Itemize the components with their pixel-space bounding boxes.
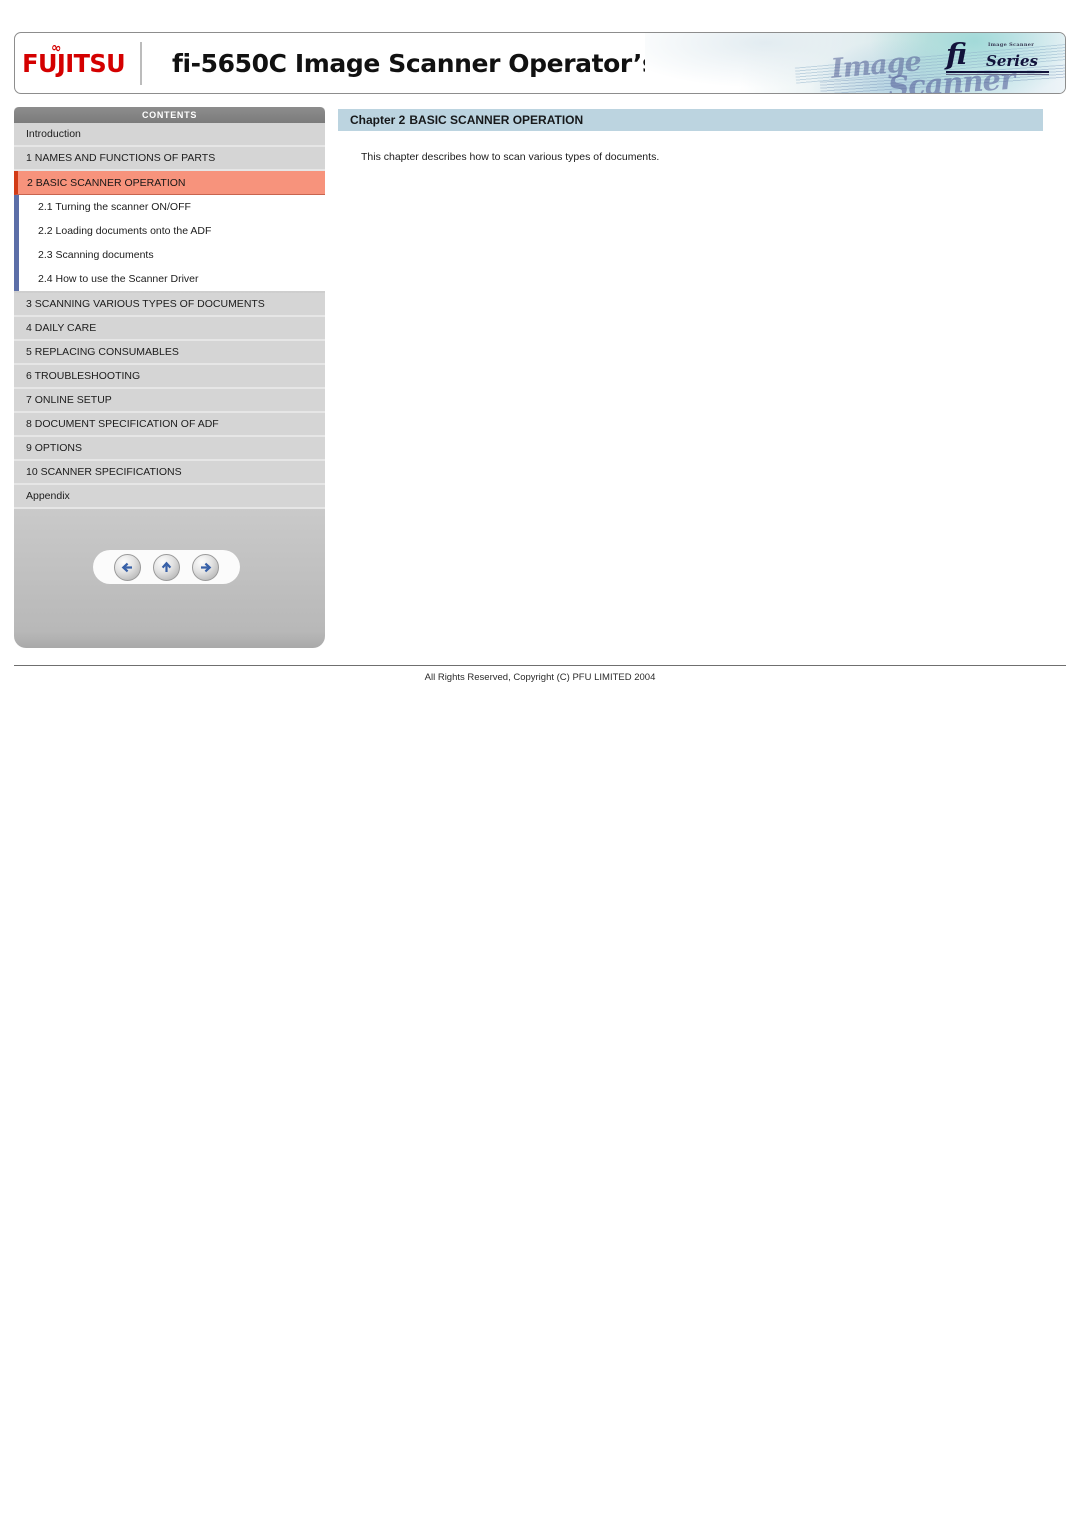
fi-series-fi-text: fi	[946, 37, 968, 71]
sidebar-item[interactable]: 2.4 How to use the Scanner Driver	[14, 267, 325, 291]
sidebar-item-label: Introduction	[26, 128, 81, 140]
header-decorative-art: Image Scanner fi Image Scanner Series	[645, 33, 1065, 93]
sidebar-item-label: 2.3 Scanning documents	[38, 249, 154, 261]
contents-list: Introduction 1 NAMES AND FUNCTIONS OF PAR…	[14, 123, 325, 509]
copyright-notice: All Rights Reserved, Copyright (C) PFU L…	[424, 672, 656, 683]
chapter-name-label: BASIC SCANNER OPERATION	[409, 113, 584, 127]
sidebar-item-label: 6 TROUBLESHOOTING	[26, 370, 141, 382]
sidebar-item[interactable]: 2 BASIC SCANNER OPERATION	[14, 171, 325, 195]
sidebar-item-label: Appendix	[26, 490, 70, 502]
fujitsu-wordmark: FUJITSU ∞	[22, 40, 126, 78]
forward-button[interactable]	[192, 553, 219, 581]
sidebar-item-label: 1 NAMES AND FUNCTIONS OF PARTS	[26, 152, 216, 164]
navigation-area	[14, 534, 325, 648]
fi-series-rule	[946, 71, 1049, 73]
sidebar-item[interactable]: Introduction	[14, 123, 325, 147]
sidebar-item-label: 7 ONLINE SETUP	[26, 394, 112, 406]
up-arrow-icon	[159, 560, 174, 575]
sidebar-item-label: 10 SCANNER SPECIFICATIONS	[26, 466, 182, 478]
sidebar-item[interactable]: 2.2 Loading documents onto the ADF	[14, 219, 325, 243]
sidebar-item-label: 4 DAILY CARE	[26, 322, 97, 334]
sidebar-item-label: 2.1 Turning the scanner ON/OFF	[38, 201, 191, 213]
fujitsu-logo-cell: FUJITSU ∞	[15, 33, 133, 93]
sidebar-item-label: 2.2 Loading documents onto the ADF	[38, 225, 212, 237]
navigation-button-group	[93, 550, 240, 584]
fi-series-tagline: Image Scanner	[988, 42, 1035, 48]
header-divider	[140, 42, 142, 85]
contents-header: CONTENTS	[14, 107, 325, 123]
up-button[interactable]	[153, 553, 180, 581]
chapter-title-bar: Chapter 2 BASIC SCANNER OPERATION	[338, 109, 1043, 131]
sidebar-item-label: 8 DOCUMENT SPECIFICATION OF ADF	[26, 418, 219, 430]
fi-series-logo: fi Image Scanner Series	[946, 39, 1051, 81]
document-header: FUJITSU ∞ fi-5650C Image Scanner Operato…	[14, 32, 1066, 94]
fi-series-rule-thin	[946, 74, 1049, 75]
sidebar-item[interactable]: 7 ONLINE SETUP	[14, 389, 325, 413]
sidebar-item[interactable]: 6 TROUBLESHOOTING	[14, 365, 325, 389]
chapter-heading: Chapter 2 BASIC SCANNER OPERATION	[350, 109, 583, 131]
fujitsu-wordmark-text: FUJITSU	[22, 48, 126, 78]
sidebar-item[interactable]: 1 NAMES AND FUNCTIONS OF PARTS	[14, 147, 325, 171]
sidebar-item-label: 2 BASIC SCANNER OPERATION	[27, 176, 186, 189]
sidebar-item[interactable]: 10 SCANNER SPECIFICATIONS	[14, 461, 325, 485]
sidebar-item[interactable]: 5 REPLACING CONSUMABLES	[14, 341, 325, 365]
sidebar-item[interactable]: 8 DOCUMENT SPECIFICATION OF ADF	[14, 413, 325, 437]
sidebar-item[interactable]: 3 SCANNING VARIOUS TYPES OF DOCUMENTS	[14, 293, 325, 317]
back-arrow-icon	[120, 560, 135, 575]
fi-series-series-text: Series	[986, 52, 1038, 70]
sidebar-item[interactable]: 2.3 Scanning documents	[14, 243, 325, 267]
sidebar-item[interactable]: 9 OPTIONS	[14, 437, 325, 461]
sidebar-item[interactable]: Appendix	[14, 485, 325, 509]
sidebar-item-label: 2.4 How to use the Scanner Driver	[38, 273, 199, 285]
sidebar-item-label: 3 SCANNING VARIOUS TYPES OF DOCUMENTS	[26, 298, 265, 310]
contents-sidebar: CONTENTS Introduction 1 NAMES AND FUNCTIO…	[14, 107, 325, 648]
footer-divider	[14, 665, 1066, 666]
back-button[interactable]	[114, 553, 141, 581]
sidebar-item[interactable]: 2.1 Turning the scanner ON/OFF	[14, 195, 325, 219]
sidebar-item-label: 9 OPTIONS	[26, 442, 83, 454]
chapter-body-text: This chapter describes how to scan vario…	[361, 151, 660, 163]
chapter-number-label: Chapter 2	[350, 113, 406, 127]
forward-arrow-icon	[198, 560, 213, 575]
sidebar-item[interactable]: 4 DAILY CARE	[14, 317, 325, 341]
sidebar-item-label: 5 REPLACING CONSUMABLES	[26, 346, 179, 358]
